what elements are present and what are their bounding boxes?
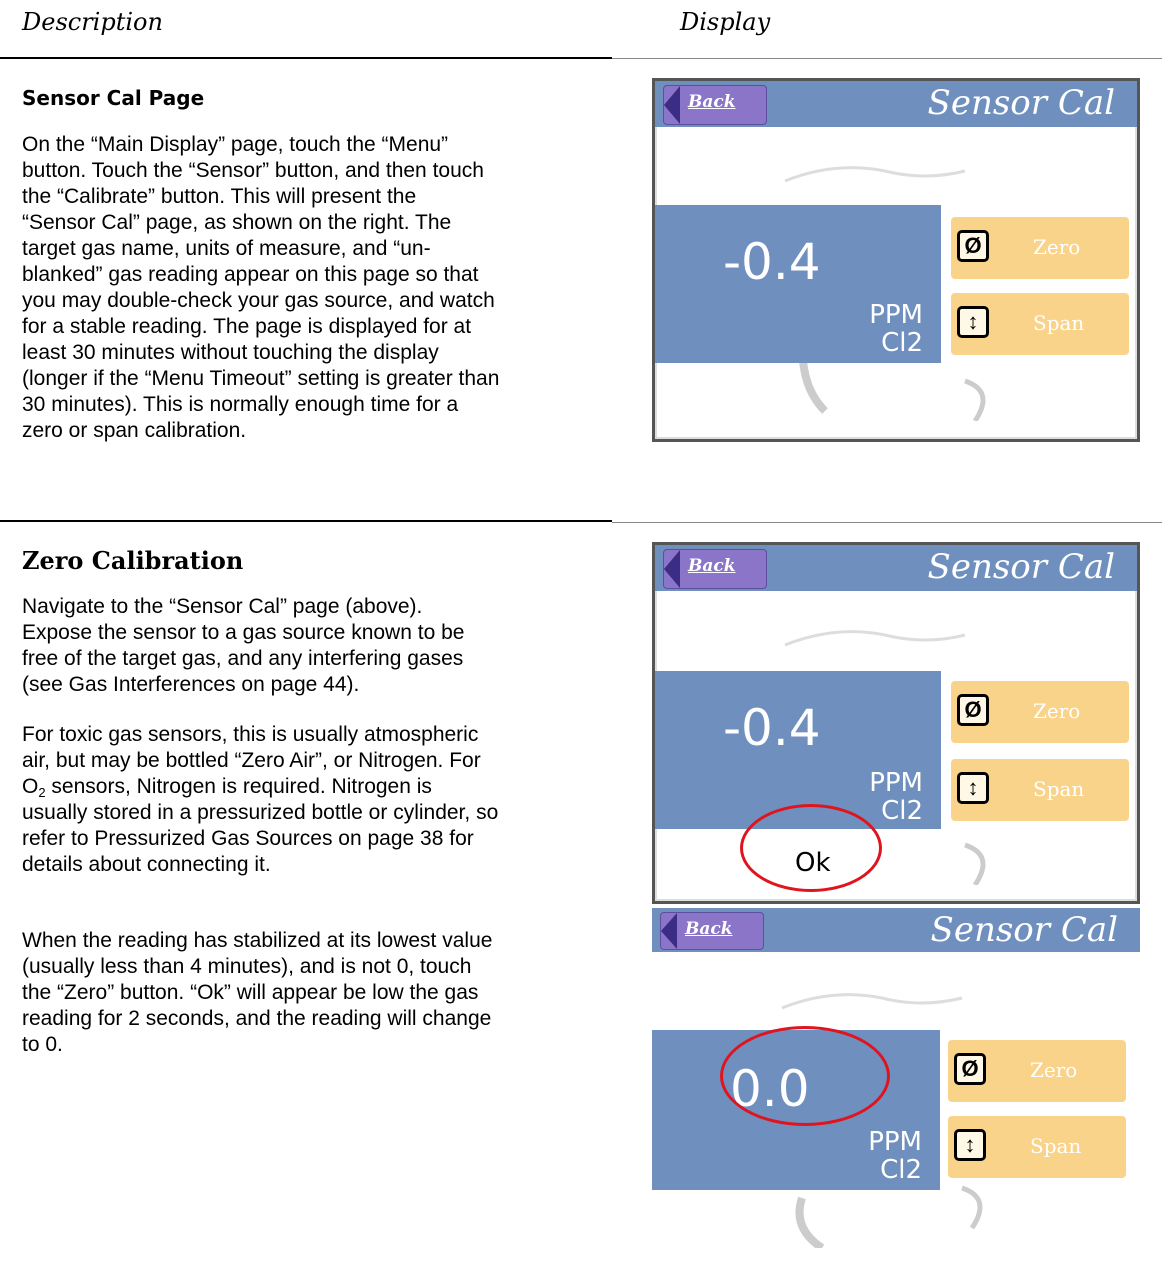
sensor-cal-screen-1: Back Sensor Cal -0.4 PPM Cl2 Ø Zero ↕ Sp… [652, 78, 1140, 442]
screen-title: Sensor Cal [930, 910, 1118, 950]
gas-reading-panel: -0.4 PPM Cl2 [655, 205, 941, 363]
o2-rest: sensors, Nitrogen is required. Nitrogen … [45, 775, 432, 798]
text-line: to 0. [22, 1033, 63, 1056]
screen-title: Sensor Cal [927, 547, 1115, 587]
gas-reading-value: -0.4 [723, 699, 821, 757]
text-line: the “Zero” button. “Ok” will appear be l… [22, 981, 479, 1004]
zero-icon: Ø [954, 1053, 986, 1085]
span-icon: ↕ [954, 1129, 986, 1161]
text-line: On the “Main Display” page, touch the “M… [22, 133, 449, 156]
section-rule-left [0, 520, 612, 522]
text-line: for a stable reading. The page is displa… [22, 315, 472, 338]
back-arrow-icon [664, 550, 680, 588]
gas-unit-block: PPM Cl2 [868, 1128, 922, 1184]
zero-button[interactable]: Ø Zero [951, 217, 1129, 279]
zero-button[interactable]: Ø Zero [951, 681, 1129, 743]
screen-title: Sensor Cal [927, 83, 1115, 123]
text-line: Navigate to the “Sensor Cal” page (above… [22, 595, 423, 618]
text-line: (usually less than 4 minutes), and is no… [22, 955, 472, 978]
zero-label: Zero [1033, 699, 1081, 723]
text-line: least 30 minutes without touching the di… [22, 341, 439, 364]
screen-title-bar: Back Sensor Cal [655, 545, 1137, 591]
text-line: reading for 2 seconds, and the reading w… [22, 1007, 492, 1030]
text-line: details about connecting it. [22, 853, 271, 876]
header-rule-right [612, 58, 1162, 59]
gas-name-label: Cl2 [880, 1155, 922, 1185]
text-line: you may double-check your gas source, an… [22, 289, 495, 312]
zero-label: Zero [1030, 1058, 1078, 1082]
back-arrow-icon [661, 913, 677, 949]
unit-label: PPM [868, 1127, 922, 1157]
unit-label: PPM [869, 768, 923, 798]
text-line: 30 minutes). This is normally enough tim… [22, 393, 459, 416]
span-icon: ↕ [957, 772, 989, 804]
o2-symbol: O [22, 775, 39, 798]
back-label: Back [688, 92, 736, 112]
zero-label: Zero [1033, 235, 1081, 259]
span-icon: ↕ [957, 306, 989, 338]
section-title-sensor-cal: Sensor Cal Page [22, 86, 205, 110]
section-rule-right [612, 522, 1162, 523]
gas-name-label: Cl2 [881, 796, 923, 826]
gas-unit-block: PPM Cl2 [869, 769, 923, 825]
text-line: (longer if the “Menu Timeout” setting is… [22, 367, 500, 390]
text-line: For toxic gas sensors, this is usually a… [22, 723, 479, 746]
text-line: blanked” gas reading appear on this page… [22, 263, 479, 286]
span-label: Span [1033, 777, 1085, 801]
text-line: free of the target gas, and any interfer… [22, 647, 464, 670]
section2-paragraph-1: Navigate to the “Sensor Cal” page (above… [22, 594, 607, 698]
text-line-o2: O2 sensors, Nitrogen is required. Nitrog… [22, 774, 607, 800]
header-rule-left [0, 57, 612, 59]
reading-highlight-circle [720, 1026, 890, 1126]
section-title-zero-calibration: Zero Calibration [22, 546, 244, 575]
text-line: the “Calibrate” button. This will presen… [22, 185, 417, 208]
ok-highlight-circle [740, 804, 882, 892]
description-header: Description [22, 8, 163, 36]
span-button[interactable]: ↕ Span [951, 759, 1129, 821]
screen-title-bar: Back Sensor Cal [652, 908, 1140, 952]
back-button[interactable]: Back [663, 85, 767, 125]
section2-paragraph-2: For toxic gas sensors, this is usually a… [22, 722, 607, 878]
zero-icon: Ø [957, 230, 989, 262]
gas-reading-value: -0.4 [723, 233, 821, 291]
back-label: Back [688, 556, 736, 576]
text-line: (see Gas Interferences on page 44). [22, 673, 360, 696]
span-button[interactable]: ↕ Span [948, 1116, 1126, 1178]
back-arrow-icon [664, 86, 680, 124]
back-label: Back [685, 919, 733, 939]
back-button[interactable]: Back [663, 549, 767, 589]
text-line: air, but may be bottled “Zero Air”, or N… [22, 749, 481, 772]
text-line: usually stored in a pressurized bottle o… [22, 801, 499, 824]
display-header: Display [680, 8, 771, 36]
sensor-cal-screen-2: Back Sensor Cal -0.4 PPM Cl2 Ø Zero ↕ Sp… [652, 542, 1140, 904]
screen-title-bar: Back Sensor Cal [655, 81, 1137, 127]
text-line: Expose the sensor to a gas source known … [22, 621, 465, 644]
span-button[interactable]: ↕ Span [951, 293, 1129, 355]
unit-label: PPM [869, 300, 923, 330]
gas-name-label: Cl2 [881, 328, 923, 358]
back-button[interactable]: Back [660, 912, 764, 950]
text-line: target gas name, units of measure, and “… [22, 237, 431, 260]
text-line: button. Touch the “Sensor” button, and t… [22, 159, 484, 182]
o2-subscript: 2 [38, 785, 46, 800]
gas-unit-block: PPM Cl2 [869, 301, 923, 357]
text-line: zero or span calibration. [22, 419, 247, 442]
text-line: “Sensor Cal” page, as shown on the right… [22, 211, 452, 234]
zero-icon: Ø [957, 694, 989, 726]
text-line: When the reading has stabilized at its l… [22, 929, 493, 952]
span-label: Span [1030, 1134, 1082, 1158]
section2-paragraph-3: When the reading has stabilized at its l… [22, 928, 607, 1058]
text-line: refer to Pressurized Gas Sources on page… [22, 827, 474, 850]
span-label: Span [1033, 311, 1085, 335]
section1-paragraph: On the “Main Display” page, touch the “M… [22, 132, 607, 444]
zero-button[interactable]: Ø Zero [948, 1040, 1126, 1102]
